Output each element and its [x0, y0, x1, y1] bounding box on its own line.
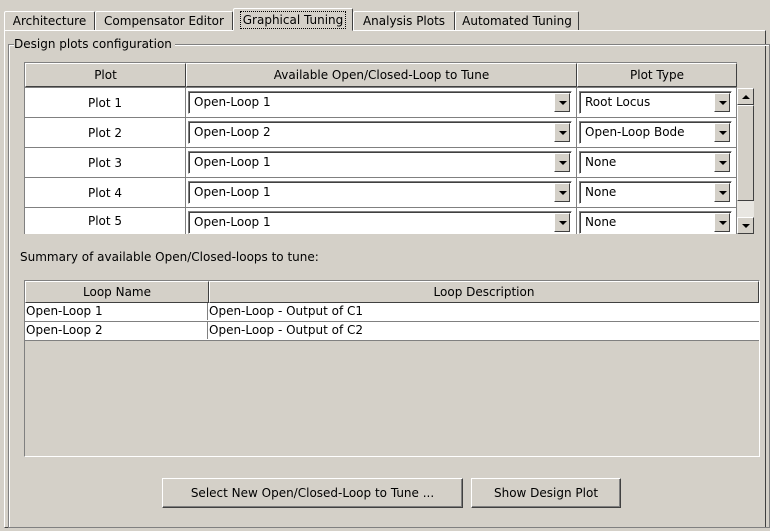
tab-compensator-editor[interactable]: Compensator Editor	[95, 11, 233, 30]
plot-type-cell: Root Locus	[577, 88, 736, 117]
chevron-down-icon	[742, 224, 750, 228]
plot-type-cell: None	[577, 178, 736, 207]
table-row: Plot 3 Open-Loop 1 None	[24, 148, 737, 178]
plot-type-value: Open-Loop Bode	[585, 125, 685, 139]
dropdown-button[interactable]	[714, 123, 730, 142]
group-title: Design plots configuration	[14, 37, 175, 51]
plot-type-cell: Open-Loop Bode	[577, 118, 736, 147]
table-row: Plot 5 Open-Loop 1 None	[24, 208, 737, 234]
chevron-up-icon	[742, 95, 750, 99]
header-plot-type[interactable]: Plot Type	[577, 63, 737, 87]
plot-type-select[interactable]: None	[579, 181, 732, 204]
chevron-down-icon	[719, 191, 727, 195]
plot-name-cell: Plot 5	[25, 208, 185, 234]
tab-analysis-plots[interactable]: Analysis Plots	[353, 11, 455, 30]
dropdown-button[interactable]	[714, 183, 730, 202]
plot-type-select[interactable]: Root Locus	[579, 91, 732, 114]
chevron-down-icon	[559, 101, 567, 105]
dropdown-button[interactable]	[554, 183, 570, 202]
dropdown-button[interactable]	[714, 153, 730, 172]
plot-type-cell: None	[577, 208, 736, 234]
dropdown-button[interactable]	[554, 153, 570, 172]
tab-architecture[interactable]: Architecture	[4, 11, 95, 30]
tab-graphical-tuning[interactable]: Graphical Tuning	[233, 8, 353, 31]
loop-summary-table: Loop Name Loop Description Open-Loop 1 O…	[24, 280, 760, 457]
tab-compensator-editor-label: Compensator Editor	[104, 14, 224, 28]
table-row: Plot 1 Open-Loop 1 Root Locus	[24, 88, 737, 118]
scroll-down-button[interactable]	[737, 217, 754, 234]
loop-select[interactable]: Open-Loop 1	[188, 91, 572, 114]
show-design-plot-button[interactable]: Show Design Plot	[471, 478, 621, 508]
select-new-loop-button[interactable]: Select New Open/Closed-Loop to Tune ...	[162, 478, 463, 508]
plot-name-cell: Plot 1	[25, 88, 185, 117]
tab-architecture-label: Architecture	[12, 14, 87, 28]
header-loop-description[interactable]: Loop Description	[209, 281, 759, 303]
loop-description-cell: Open-Loop - Output of C2	[209, 323, 364, 337]
tab-graphical-tuning-label: Graphical Tuning	[239, 10, 347, 29]
loop-cell: Open-Loop 1	[186, 208, 576, 234]
loop-select[interactable]: Open-Loop 1	[188, 211, 572, 234]
loop-select-value: Open-Loop 1	[194, 185, 271, 199]
chevron-down-icon	[719, 221, 727, 225]
loop-name-cell: Open-Loop 1	[25, 303, 208, 320]
loop-cell: Open-Loop 1	[186, 148, 576, 177]
chevron-down-icon	[559, 131, 567, 135]
loop-select-value: Open-Loop 2	[194, 125, 271, 139]
dropdown-button[interactable]	[714, 213, 730, 232]
loop-name-cell: Open-Loop 2	[25, 322, 208, 339]
dropdown-button[interactable]	[554, 93, 570, 112]
header-loop[interactable]: Available Open/Closed-Loop to Tune	[186, 63, 577, 87]
chevron-down-icon	[559, 161, 567, 165]
loop-select[interactable]: Open-Loop 1	[188, 151, 572, 174]
table-row: Plot 4 Open-Loop 1 None	[24, 178, 737, 208]
loop-select-value: Open-Loop 1	[194, 95, 271, 109]
header-loop-name[interactable]: Loop Name	[25, 281, 209, 303]
plot-type-select[interactable]: None	[579, 151, 732, 174]
plot-name-cell: Plot 4	[25, 178, 185, 207]
tab-automated-tuning[interactable]: Automated Tuning	[455, 11, 579, 30]
loop-select-value: Open-Loop 1	[194, 215, 271, 229]
plot-type-value: None	[585, 215, 617, 229]
loop-select[interactable]: Open-Loop 1	[188, 181, 572, 204]
scroll-up-button[interactable]	[737, 88, 754, 105]
tab-analysis-plots-label: Analysis Plots	[362, 14, 446, 28]
dropdown-button[interactable]	[554, 213, 570, 232]
table-row[interactable]: Open-Loop 2 Open-Loop - Output of C2	[25, 322, 759, 341]
header-plot[interactable]: Plot	[25, 63, 186, 87]
plot-type-select[interactable]: None	[579, 211, 732, 234]
chevron-down-icon	[559, 221, 567, 225]
scroll-thumb[interactable]	[737, 105, 754, 201]
table-row: Plot 2 Open-Loop 2 Open-Loop Bode	[24, 118, 737, 148]
loop-select[interactable]: Open-Loop 2	[188, 121, 572, 144]
plot-name-cell: Plot 2	[25, 118, 185, 147]
design-table-scrollbar[interactable]	[737, 88, 754, 234]
plot-name-cell: Plot 3	[25, 148, 185, 177]
design-plots-table: Plot Available Open/Closed-Loop to Tune …	[24, 62, 737, 234]
dropdown-button[interactable]	[714, 93, 730, 112]
loop-cell: Open-Loop 1	[186, 88, 576, 117]
chevron-down-icon	[719, 131, 727, 135]
plot-type-value: None	[585, 155, 617, 169]
plot-type-select[interactable]: Open-Loop Bode	[579, 121, 732, 144]
plot-type-cell: None	[577, 148, 736, 177]
chevron-down-icon	[719, 161, 727, 165]
plot-type-value: Root Locus	[585, 95, 651, 109]
loop-cell: Open-Loop 2	[186, 118, 576, 147]
chevron-down-icon	[559, 191, 567, 195]
plot-type-value: None	[585, 185, 617, 199]
chevron-down-icon	[719, 101, 727, 105]
loop-cell: Open-Loop 1	[186, 178, 576, 207]
table-row[interactable]: Open-Loop 1 Open-Loop - Output of C1	[25, 303, 759, 322]
loop-select-value: Open-Loop 1	[194, 155, 271, 169]
dropdown-button[interactable]	[554, 123, 570, 142]
loop-description-cell: Open-Loop - Output of C1	[209, 304, 364, 318]
tab-automated-tuning-label: Automated Tuning	[462, 14, 572, 28]
summary-label: Summary of available Open/Closed-loops t…	[20, 250, 319, 264]
